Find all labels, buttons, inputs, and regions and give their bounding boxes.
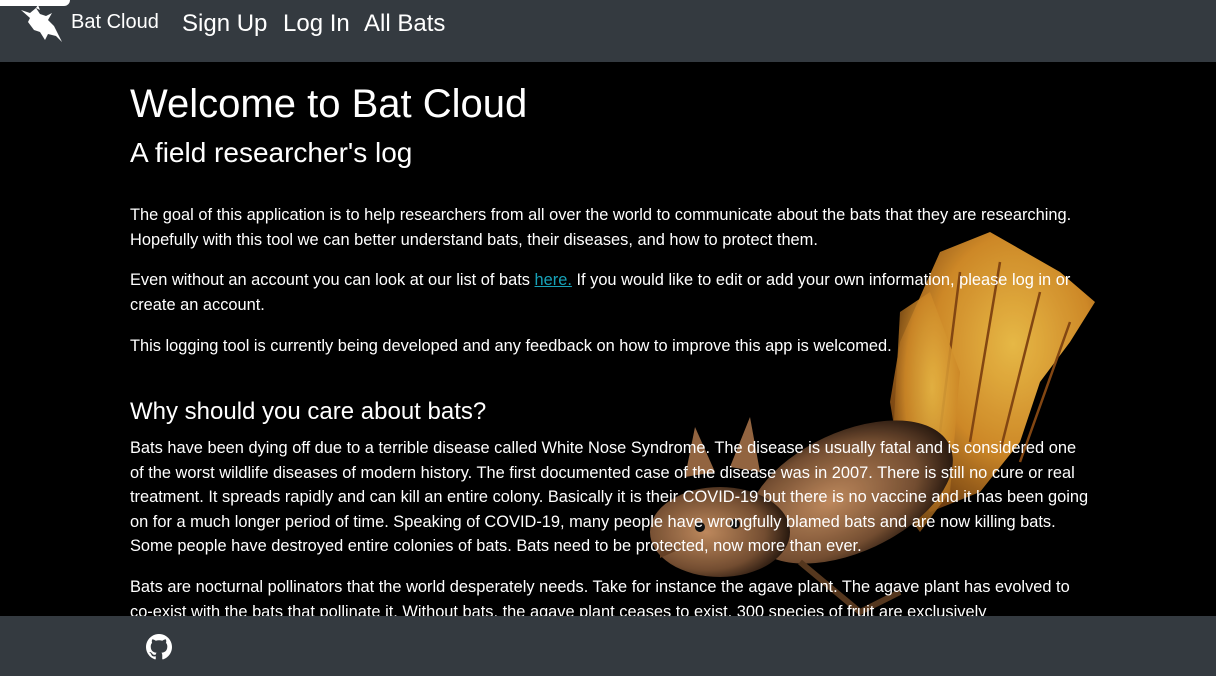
brand-title[interactable]: Bat Cloud: [71, 11, 159, 34]
why-paragraph-disease: Bats have been dying off due to a terrib…: [130, 439, 1089, 555]
account-paragraph: Even without an account you can look at …: [130, 268, 1090, 317]
main-content: Welcome to Bat Cloud A field researcher'…: [0, 62, 1216, 616]
account-text-before: Even without an account you can look at …: [130, 271, 535, 289]
page-subtitle: A field researcher's log: [130, 137, 413, 168]
footer: [0, 616, 1216, 676]
nav-log-in[interactable]: Log In: [283, 10, 350, 38]
intro-paragraph: The goal of this application is to help …: [130, 206, 1072, 249]
why-paragraph-pollinators: Bats are nocturnal pollinators that the …: [130, 578, 1070, 616]
nav-sign-up[interactable]: Sign Up: [182, 10, 267, 38]
bats-list-link[interactable]: here.: [535, 271, 572, 289]
feedback-paragraph: This logging tool is currently being dev…: [130, 337, 892, 355]
page-title: Welcome to Bat Cloud: [130, 82, 528, 126]
why-heading: Why should you care about bats?: [130, 398, 487, 425]
navbar: Bat Cloud Sign Up Log In All Bats: [0, 0, 1216, 62]
github-icon[interactable]: [146, 634, 172, 660]
bat-logo-icon[interactable]: [18, 4, 68, 44]
nav-all-bats[interactable]: All Bats: [364, 10, 445, 38]
